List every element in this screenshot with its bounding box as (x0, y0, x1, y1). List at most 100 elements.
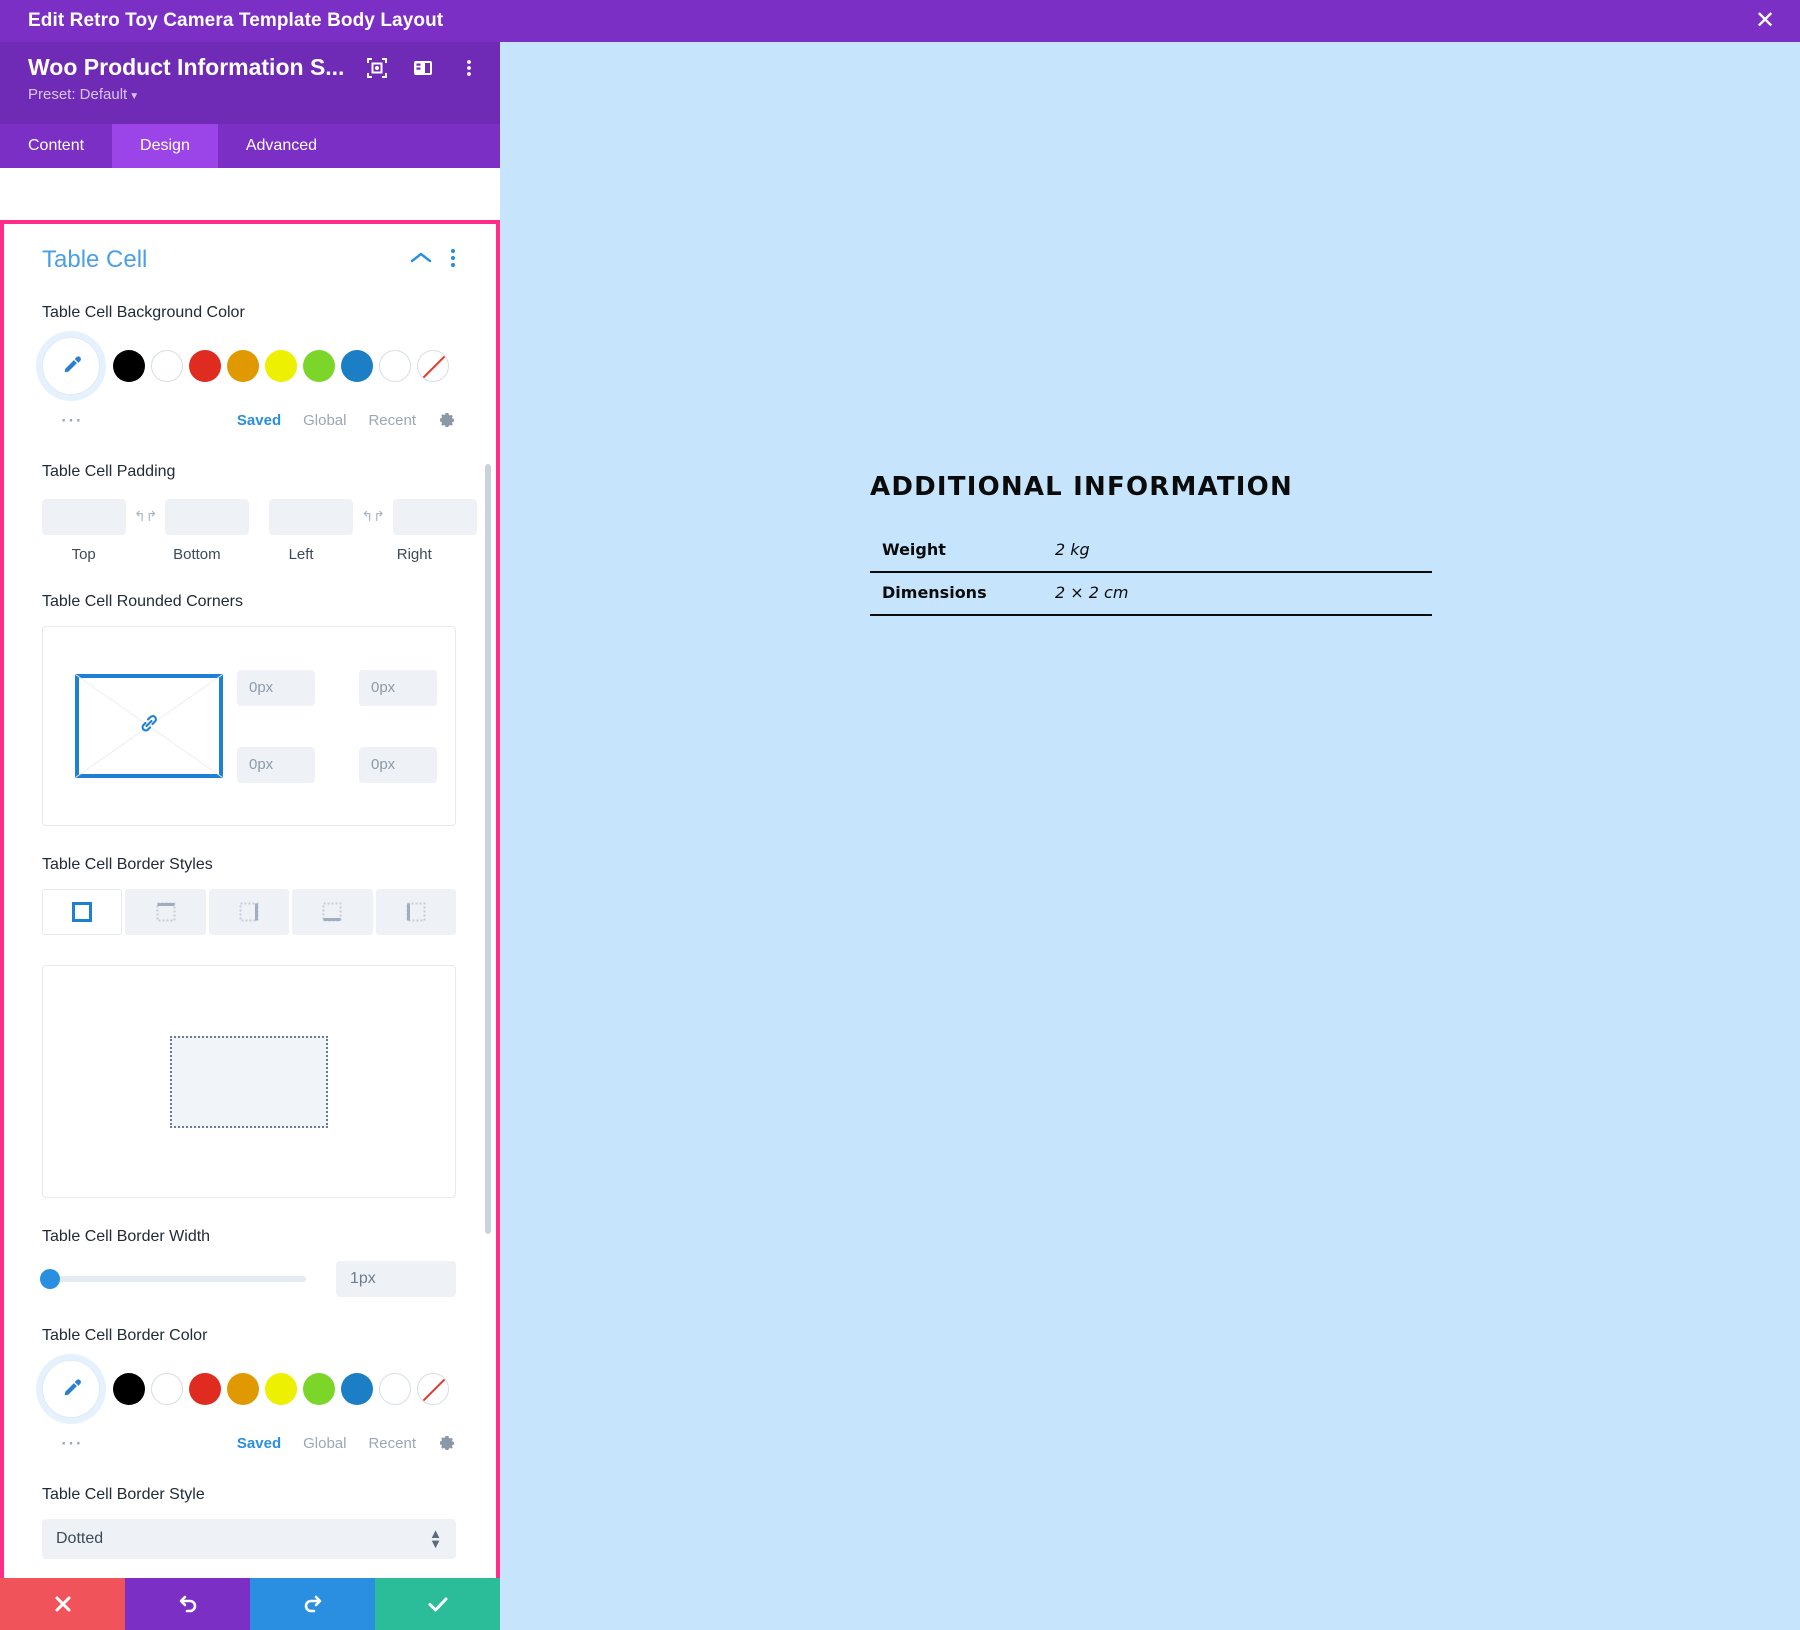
border-color-tab-global[interactable]: Global (303, 1435, 346, 1452)
modal-action-bar (0, 1578, 500, 1630)
padding-left-input[interactable] (269, 499, 353, 535)
padding-bottom-input[interactable] (165, 499, 249, 535)
chevron-up-icon[interactable] (410, 251, 432, 270)
border-style-value: Dotted (56, 1530, 103, 1548)
tab-design[interactable]: Design (112, 124, 218, 168)
corner-bottom-right-input[interactable] (359, 747, 437, 783)
border-style-left-icon[interactable] (376, 889, 456, 935)
border-swatch-transparent[interactable] (417, 1373, 449, 1405)
eyedropper-icon[interactable] (42, 337, 100, 395)
color-tab-saved[interactable]: Saved (237, 412, 281, 429)
focus-target-icon[interactable] (366, 57, 388, 79)
border-color-label: Table Cell Border Color (42, 1327, 456, 1345)
border-swatch-black[interactable] (113, 1373, 145, 1405)
chevron-down-icon: ▼ (129, 91, 139, 102)
rounded-corners-label: Table Cell Rounded Corners (42, 593, 456, 611)
additional-information-heading: ADDITIONAL INFORMATION (870, 472, 1432, 502)
padding-top-label: Top (42, 546, 125, 563)
swatch-red[interactable] (189, 350, 221, 382)
close-icon[interactable]: ✕ (1752, 8, 1778, 34)
border-color-tab-recent[interactable]: Recent (368, 1435, 416, 1452)
table-row: Dimensions 2 × 2 cm (870, 572, 1432, 615)
preset-selector[interactable]: Preset: Default▼ (28, 86, 500, 103)
swatch-black[interactable] (113, 350, 145, 382)
border-swatch-orange[interactable] (227, 1373, 259, 1405)
more-dots-icon[interactable]: ⋯ (60, 415, 84, 425)
redo-button[interactable] (250, 1578, 375, 1630)
gear-icon-border[interactable] (438, 1432, 456, 1455)
swatch-yellow[interactable] (265, 350, 297, 382)
settings-modal: Woo Product Information S... (0, 42, 500, 1630)
eyedropper-icon-border[interactable] (42, 1360, 100, 1418)
corner-bottom-left-input[interactable] (237, 747, 315, 783)
corner-top-right-input[interactable] (359, 670, 437, 706)
border-swatch-white-outline[interactable] (379, 1373, 411, 1405)
border-style-label: Table Cell Border Style (42, 1486, 456, 1504)
corner-preview (75, 674, 223, 778)
modal-tabs: Content Design Advanced (0, 124, 500, 168)
window-titlebar: Edit Retro Toy Camera Template Body Layo… (0, 0, 1800, 42)
tab-advanced[interactable]: Advanced (218, 124, 345, 168)
border-width-slider[interactable] (42, 1276, 306, 1282)
padding-right-label: Right (373, 546, 456, 563)
kebab-menu-icon[interactable] (458, 57, 480, 79)
more-dots-icon-border[interactable]: ⋯ (60, 1438, 84, 1448)
panel-scrollbar[interactable] (485, 464, 491, 1234)
swatch-blue[interactable] (341, 350, 373, 382)
link-sync-icon[interactable]: ↰↱ (134, 509, 157, 525)
section-kebab-menu-icon[interactable] (450, 247, 456, 274)
section-header-table-cell: Table Cell (42, 246, 456, 274)
rounded-corners-control (42, 626, 456, 826)
layout-panel-icon[interactable] (412, 57, 434, 79)
border-style-all-icon[interactable] (42, 889, 122, 935)
save-button[interactable] (375, 1578, 500, 1630)
color-tab-recent[interactable]: Recent (368, 412, 416, 429)
border-style-right-icon[interactable] (209, 889, 289, 935)
border-preview-area (42, 965, 456, 1198)
border-swatch-green[interactable] (303, 1373, 335, 1405)
border-swatch-yellow[interactable] (265, 1373, 297, 1405)
border-width-input[interactable] (336, 1261, 456, 1297)
section-title: Table Cell (42, 246, 147, 274)
border-style-bottom-icon[interactable] (292, 889, 372, 935)
attribute-value-dimensions: 2 × 2 cm (1055, 572, 1432, 615)
background-color-meta: ⋯ Saved Global Recent (42, 407, 456, 433)
border-color-meta: ⋯ Saved Global Recent (42, 1430, 456, 1456)
background-color-swatches (42, 337, 456, 395)
settings-scroll-area[interactable]: Table Cell (4, 224, 496, 1626)
modal-header: Woo Product Information S... (0, 42, 500, 124)
link-sync-icon-2[interactable]: ↰↱ (361, 509, 384, 525)
field-border-styles: Table Cell Border Styles (42, 856, 456, 935)
corner-top-left-input[interactable] (237, 670, 315, 706)
swatch-orange[interactable] (227, 350, 259, 382)
border-swatch-white[interactable] (151, 1373, 183, 1405)
swatch-white[interactable] (151, 350, 183, 382)
padding-right-input[interactable] (393, 499, 477, 535)
undo-button[interactable] (125, 1578, 250, 1630)
border-style-top-icon[interactable] (125, 889, 205, 935)
padding-top-input[interactable] (42, 499, 126, 535)
padding-label: Table Cell Padding (42, 463, 456, 481)
module-title: Woo Product Information S... (28, 54, 344, 81)
gear-icon[interactable] (438, 409, 456, 432)
border-color-tab-saved[interactable]: Saved (237, 1435, 281, 1452)
cancel-button[interactable] (0, 1578, 125, 1630)
border-width-slider-knob[interactable] (40, 1269, 60, 1289)
swatch-green[interactable] (303, 350, 335, 382)
window-title: Edit Retro Toy Camera Template Body Layo… (28, 10, 443, 32)
padding-bottom-label: Bottom (155, 546, 238, 563)
color-tab-global[interactable]: Global (303, 412, 346, 429)
border-width-label: Table Cell Border Width (42, 1228, 456, 1246)
border-color-swatches (42, 1360, 456, 1418)
swatch-transparent[interactable] (417, 350, 449, 382)
border-style-select[interactable]: Dotted (42, 1519, 456, 1559)
border-swatch-blue[interactable] (341, 1373, 373, 1405)
field-background-color: Table Cell Background Color (42, 304, 456, 433)
border-swatch-red[interactable] (189, 1373, 221, 1405)
field-border-width: Table Cell Border Width (42, 1228, 456, 1297)
chain-link-icon[interactable] (136, 711, 162, 742)
product-attributes-table: Weight 2 kg Dimensions 2 × 2 cm (870, 530, 1432, 616)
swatch-white-outline[interactable] (379, 350, 411, 382)
field-padding: Table Cell Padding ↰↱ ↰↱ Top Bottom Left (42, 463, 456, 563)
tab-content[interactable]: Content (0, 124, 112, 168)
